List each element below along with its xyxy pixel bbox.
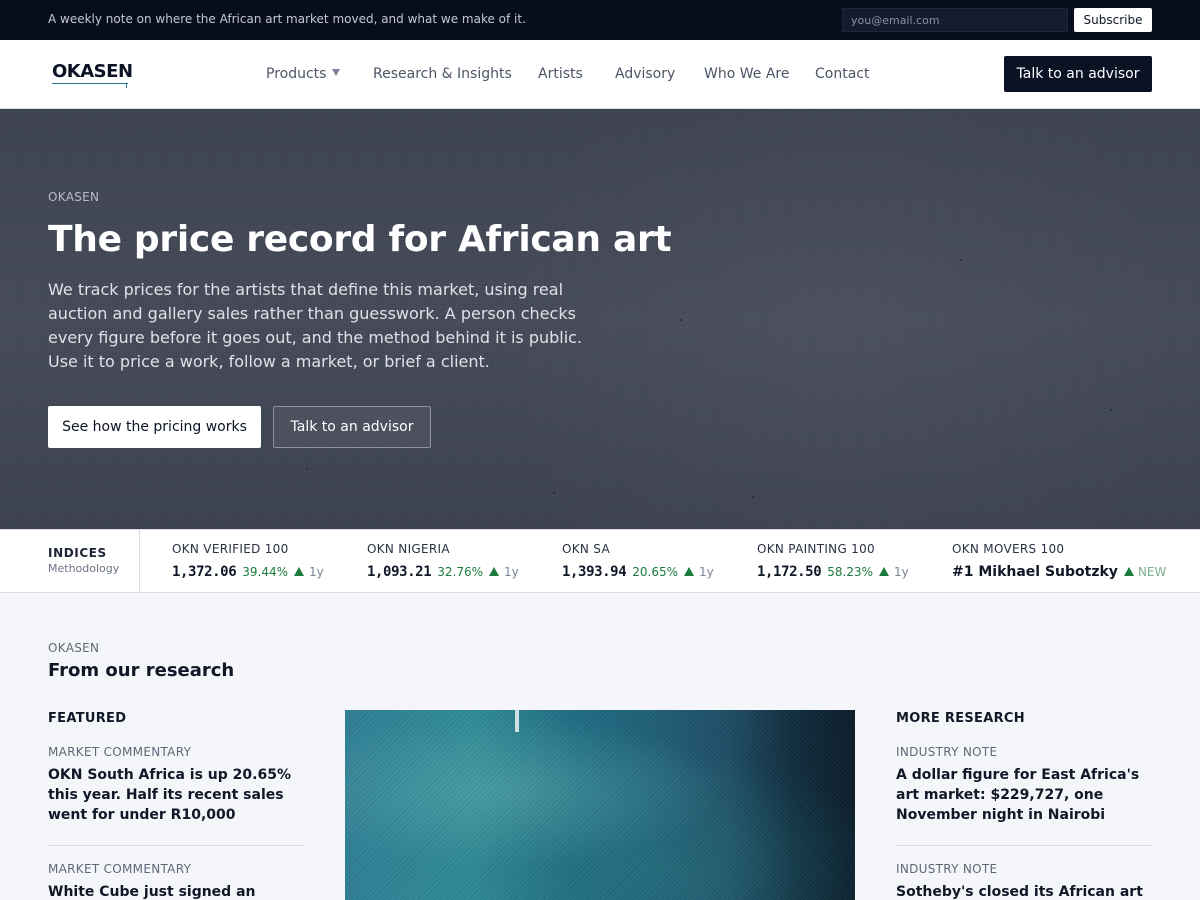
new-badge: NEW [1137,565,1167,579]
article-category: INDUSTRY NOTE [896,862,998,876]
article-headline[interactable]: Sotheby's closed its African art [896,882,1152,900]
index-period: 1y [894,565,909,579]
index-value: 1,093.21 [367,564,432,580]
newsletter-bar: A weekly note on where the African art m… [0,0,1200,40]
canvas-speck [553,492,555,494]
research-article[interactable]: INDUSTRY NOTE A dollar figure for East A… [896,745,1152,825]
index-okn-sa[interactable]: OKN SA 1,393.94 20.65% 1y [562,542,752,582]
arrow-up-triangle-icon [294,567,304,576]
research-eyebrow: OKASEN [48,641,100,655]
research-title: From our research [48,660,235,681]
index-value: 1,172.50 [757,564,822,580]
subscribe-button[interactable]: Subscribe [1074,8,1152,32]
nav-contact[interactable]: Contact [815,66,869,82]
logo-underline [52,83,128,84]
nav-products-label: Products [266,66,327,82]
canvas-speck [752,496,754,498]
canvas-speck [1110,409,1112,411]
newsletter-note: A weekly note on where the African art m… [48,12,526,26]
index-value: 1,372.06 [172,564,237,580]
nav-artists[interactable]: Artists [538,66,583,82]
index-name: OKN PAINTING 100 [757,542,875,556]
featured-artwork-image[interactable] [345,710,855,900]
article-headline[interactable]: A dollar figure for East Africa's art ma… [896,765,1152,825]
article-headline[interactable]: OKN South Africa is up 20.65% this year.… [48,765,304,825]
email-input[interactable] [842,8,1068,32]
hero-eyebrow: OKASEN [48,190,100,204]
index-name: OKN SA [562,542,610,556]
research-article[interactable]: INDUSTRY NOTE Sotheby's closed its Afric… [896,862,1152,900]
canvas-speck [960,259,962,261]
index-period: 1y [309,565,324,579]
article-headline[interactable]: White Cube just signed an Ethiopian [48,882,304,900]
index-row: #1 Mikhael Subotzky NEW [952,561,1166,580]
featured-heading: FEATURED [48,711,127,726]
hero-title: The price record for African art [48,219,672,260]
featured-article[interactable]: MARKET COMMENTARY OKN South Africa is up… [48,745,304,825]
arrow-up-triangle-icon [879,567,889,576]
index-period: 1y [699,565,714,579]
caret-down-icon [332,69,341,76]
index-change: 20.65% [632,565,678,579]
index-okn-movers-100[interactable]: OKN MOVERS 100 #1 Mikhael Subotzky NEW [952,542,1166,582]
more-research-heading: MORE RESEARCH [896,711,1025,726]
hero-body: We track prices for the artists that def… [48,280,583,371]
nav-who-we-are[interactable]: Who We Are [704,66,789,82]
logo-wordmark: OKASEN [52,61,133,82]
research-section: OKASEN From our research FEATURED MARKET… [0,593,1200,900]
article-category: MARKET COMMENTARY [48,862,192,876]
nav-research-insights[interactable]: Research & Insights [373,66,512,82]
hero-advisor-button[interactable]: Talk to an advisor [273,406,431,448]
arrow-up-triangle-icon [1123,567,1134,576]
canvas-speck [680,319,682,321]
divider [48,845,304,846]
image-streak [515,710,519,732]
index-row: 1,093.21 32.76% 1y [367,561,519,580]
logo-tick [126,83,127,88]
see-pricing-button[interactable]: See how the pricing works [48,406,261,448]
index-change: 32.76% [437,565,483,579]
hero: OKASEN The price record for African art … [0,109,1200,529]
index-row: 1,393.94 20.65% 1y [562,561,714,580]
nav-advisory[interactable]: Advisory [615,66,675,82]
index-okn-verified-100[interactable]: OKN VERIFIED 100 1,372.06 39.44% 1y [172,542,362,582]
arrow-up-triangle-icon [684,567,694,576]
divider [896,845,1152,846]
methodology-link[interactable]: Methodology [48,562,119,575]
indices-strip: INDICES Methodology OKN VERIFIED 100 1,3… [0,529,1200,593]
okasen-logo[interactable]: OKASEN [52,61,133,88]
top-mover: #1 Mikhael Subotzky [952,564,1118,580]
talk-to-advisor-button[interactable]: Talk to an advisor [1004,56,1152,92]
index-okn-nigeria[interactable]: OKN NIGERIA 1,093.21 32.76% 1y [367,542,557,582]
indices-lead: INDICES Methodology [0,530,140,592]
nav-products[interactable]: Products [266,66,341,82]
article-category: INDUSTRY NOTE [896,745,998,759]
index-change: 39.44% [242,565,288,579]
article-category: MARKET COMMENTARY [48,745,192,759]
index-change: 58.23% [827,565,873,579]
index-period: 1y [504,565,519,579]
index-row: 1,372.06 39.44% 1y [172,561,324,580]
arrow-up-triangle-icon [489,567,499,576]
index-name: OKN VERIFIED 100 [172,542,289,556]
index-row: 1,172.50 58.23% 1y [757,561,909,580]
index-name: OKN MOVERS 100 [952,542,1065,556]
canvas-speck [306,468,308,470]
image-texture [345,710,855,900]
indices-title: INDICES [48,546,107,560]
main-nav: OKASEN Products Research & Insights Arti… [0,40,1200,109]
index-value: 1,393.94 [562,564,627,580]
index-okn-painting-100[interactable]: OKN PAINTING 100 1,172.50 58.23% 1y [757,542,947,582]
featured-article[interactable]: MARKET COMMENTARY White Cube just signed… [48,862,304,900]
index-name: OKN NIGERIA [367,542,450,556]
